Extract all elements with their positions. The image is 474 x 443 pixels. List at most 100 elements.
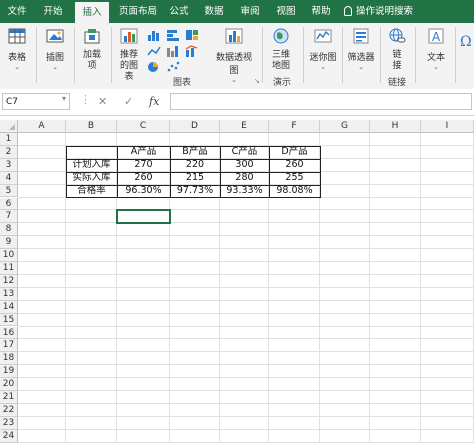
row-header-15[interactable]: 15 bbox=[0, 313, 18, 327]
column-header-i[interactable]: I bbox=[421, 120, 474, 133]
column-header-a[interactable]: A bbox=[18, 120, 66, 133]
sparklines-button[interactable]: 迷你图 ⌄ bbox=[306, 27, 340, 71]
column-header-h[interactable]: H bbox=[370, 120, 421, 133]
svg-text:A: A bbox=[432, 30, 441, 44]
table-header-cell[interactable]: B产品 bbox=[170, 146, 220, 159]
gridline-horizontal bbox=[18, 441, 474, 443]
table-cell[interactable]: 280 bbox=[220, 172, 269, 185]
table-header-cell[interactable] bbox=[66, 146, 117, 159]
link-button[interactable]: 链接 bbox=[384, 27, 410, 72]
table-cell[interactable]: 270 bbox=[117, 159, 170, 172]
insert-function-icon[interactable]: fx bbox=[149, 95, 159, 108]
table-header-cell[interactable]: A产品 bbox=[117, 146, 170, 159]
tab-data[interactable]: 数据 bbox=[200, 0, 228, 23]
table-cell[interactable]: 220 bbox=[170, 159, 220, 172]
name-box[interactable]: C7 bbox=[2, 93, 70, 110]
row-header-7[interactable]: 7 bbox=[0, 210, 18, 224]
pie-chart-icon[interactable] bbox=[147, 61, 161, 73]
table-row-label[interactable]: 合格率 bbox=[66, 185, 117, 198]
bar-chart-icon[interactable] bbox=[166, 29, 180, 41]
row-header-13[interactable]: 13 bbox=[0, 287, 18, 301]
column-header-b[interactable]: B bbox=[66, 120, 117, 133]
tab-insert[interactable]: 插入 bbox=[75, 2, 109, 23]
tab-home[interactable]: 开始 bbox=[36, 0, 70, 23]
enter-icon[interactable]: ✓ bbox=[124, 95, 133, 108]
row-header-5[interactable]: 5 bbox=[0, 184, 18, 198]
filters-button[interactable]: 筛选器 ⌄ bbox=[345, 27, 377, 71]
line-chart-icon[interactable] bbox=[147, 45, 161, 57]
gridline-horizontal bbox=[18, 248, 474, 250]
select-all-corner[interactable] bbox=[0, 120, 18, 133]
combo-chart-icon[interactable] bbox=[185, 45, 199, 57]
table-cell[interactable]: 93.33% bbox=[220, 185, 269, 198]
tab-formulas[interactable]: 公式 bbox=[165, 0, 193, 23]
tab-review[interactable]: 审阅 bbox=[236, 0, 264, 23]
tell-me-search[interactable]: 操作说明搜索 bbox=[344, 0, 444, 23]
row-header-1[interactable]: 1 bbox=[0, 133, 18, 146]
column-header-e[interactable]: E bbox=[220, 120, 269, 133]
row-header-21[interactable]: 21 bbox=[0, 391, 18, 404]
scatter-chart-icon[interactable] bbox=[166, 61, 180, 73]
tab-page-layout[interactable]: 页面布局 bbox=[113, 0, 163, 23]
row-header-18[interactable]: 18 bbox=[0, 352, 18, 366]
column-header-c[interactable]: C bbox=[117, 120, 170, 133]
table-header-cell[interactable]: D产品 bbox=[269, 146, 320, 159]
tab-view[interactable]: 视图 bbox=[272, 0, 300, 23]
table-row-label[interactable]: 实际入库 bbox=[66, 172, 117, 185]
hierarchy-chart-icon[interactable] bbox=[185, 29, 199, 41]
row-header-22[interactable]: 22 bbox=[0, 403, 18, 417]
column-header-f[interactable]: F bbox=[269, 120, 320, 133]
gridline-horizontal bbox=[18, 428, 474, 430]
table-label: 表格 bbox=[7, 53, 26, 63]
worksheet-grid[interactable]: ABCDEFGHI 1 2 3 4 5 6 7 8 9 10 11 12 13 14 15 16 17 18 19 2… bbox=[0, 120, 474, 443]
formula-bar: C7 ▾ ⋮ ✕ ✓ fx bbox=[0, 89, 474, 116]
row-header-9[interactable]: 9 bbox=[0, 236, 18, 250]
tab-help[interactable]: 帮助 bbox=[307, 0, 335, 23]
formula-input[interactable] bbox=[170, 93, 472, 110]
row-header-2[interactable]: 2 bbox=[0, 145, 18, 159]
column-chart-icon[interactable] bbox=[147, 29, 161, 41]
cancel-icon[interactable]: ✕ bbox=[98, 95, 107, 108]
row-header-17[interactable]: 17 bbox=[0, 339, 18, 353]
separator bbox=[74, 27, 75, 83]
illustrations-button[interactable]: 插图 ⌄ bbox=[40, 27, 70, 71]
gridline-horizontal bbox=[18, 325, 474, 327]
table-cell[interactable]: 260 bbox=[117, 172, 170, 185]
table-cell[interactable]: 260 bbox=[269, 159, 320, 172]
column-header-g[interactable]: G bbox=[320, 120, 370, 133]
row-header-12[interactable]: 12 bbox=[0, 274, 18, 288]
dialog-launcher-icon[interactable]: ↘ bbox=[254, 77, 260, 85]
name-box-dropdown-icon[interactable]: ▾ bbox=[62, 94, 66, 103]
addins-button[interactable]: 加载项 bbox=[77, 27, 107, 72]
symbol-icon[interactable]: Ω bbox=[460, 31, 472, 51]
tab-file[interactable]: 文件 bbox=[2, 0, 32, 23]
row-header-24[interactable]: 24 bbox=[0, 429, 18, 443]
row-header-6[interactable]: 6 bbox=[0, 197, 18, 211]
recommended-charts-button[interactable]: 推荐的图表 bbox=[114, 27, 144, 83]
row-header-16[interactable]: 16 bbox=[0, 326, 18, 340]
table-cell[interactable]: 215 bbox=[170, 172, 220, 185]
statistic-chart-icon[interactable] bbox=[166, 45, 180, 57]
row-header-20[interactable]: 20 bbox=[0, 378, 18, 391]
3d-map-button[interactable]: 三维地图 bbox=[266, 27, 296, 72]
table-cell[interactable]: 255 bbox=[269, 172, 320, 185]
row-header-19[interactable]: 19 bbox=[0, 365, 18, 379]
table-row-label[interactable]: 计划入库 bbox=[66, 159, 117, 172]
row-header-10[interactable]: 10 bbox=[0, 249, 18, 262]
row-header-11[interactable]: 11 bbox=[0, 262, 18, 275]
column-header-d[interactable]: D bbox=[170, 120, 220, 133]
table-button[interactable]: 表格 ⌄ bbox=[2, 27, 32, 71]
pivot-chart-button[interactable]: 数据透视图 ⌄ bbox=[212, 27, 256, 84]
row-header-8[interactable]: 8 bbox=[0, 223, 18, 237]
table-cell[interactable]: 97.73% bbox=[170, 185, 220, 198]
row-header-23[interactable]: 23 bbox=[0, 416, 18, 430]
active-cell-c7[interactable] bbox=[116, 209, 171, 225]
row-header-4[interactable]: 4 bbox=[0, 171, 18, 185]
text-button[interactable]: A 文本 ⌄ bbox=[420, 27, 452, 71]
table-cell[interactable]: 98.08% bbox=[269, 185, 320, 198]
table-cell[interactable]: 300 bbox=[220, 159, 269, 172]
row-header-3[interactable]: 3 bbox=[0, 158, 18, 172]
table-header-cell[interactable]: C产品 bbox=[220, 146, 269, 159]
table-cell[interactable]: 96.30% bbox=[117, 185, 170, 198]
row-header-14[interactable]: 14 bbox=[0, 300, 18, 314]
